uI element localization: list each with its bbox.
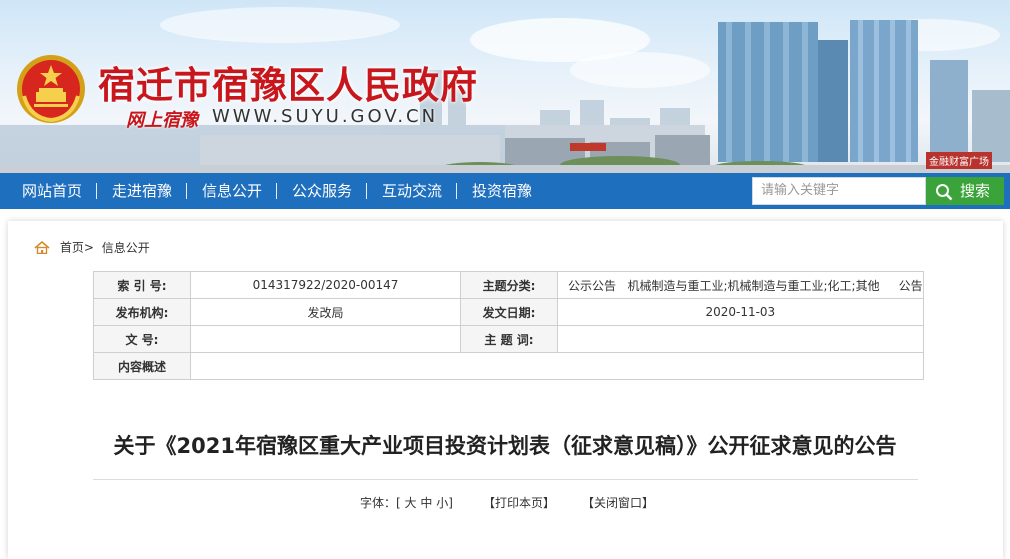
summary-value xyxy=(190,352,924,380)
nav-item-about[interactable]: 走进宿豫 xyxy=(112,173,172,209)
search-input[interactable]: 请输入关键字 xyxy=(752,177,926,205)
table-row: 索 引 号: 014317922/2020-00147 主题分类: 公示公告 机… xyxy=(93,271,924,299)
category-value: 公示公告 机械制造与重工业;机械制造与重工业;化工;其他 公告 xyxy=(557,271,924,299)
index-number-label: 索 引 号: xyxy=(93,271,191,299)
breadcrumb-home[interactable]: 首页 xyxy=(60,241,84,255)
home-icon xyxy=(34,241,50,254)
building-sign: 金融财富广场 xyxy=(926,152,992,169)
font-size-label: 字体：[ xyxy=(360,496,401,510)
nav-separator xyxy=(366,183,367,199)
issuer-value: 发改局 xyxy=(190,298,461,326)
font-small-button[interactable]: 小 xyxy=(436,496,448,510)
nav-item-info-disclosure[interactable]: 信息公开 xyxy=(202,173,262,209)
category-label: 主题分类: xyxy=(460,271,558,299)
font-size-tools: 字体：[ 大 中 小] xyxy=(360,494,453,511)
nav-item-home[interactable]: 网站首页 xyxy=(22,173,82,209)
document-number-value xyxy=(190,325,461,353)
table-row: 发布机构: 发改局 发文日期: 2020-11-03 xyxy=(93,298,924,326)
breadcrumb-separator: > xyxy=(83,240,94,255)
nav-item-interaction[interactable]: 互动交流 xyxy=(382,173,442,209)
print-page-button[interactable]: 【打印本页】 xyxy=(483,494,555,511)
site-title: 宿迁市宿豫区人民政府 xyxy=(98,63,478,107)
keywords-label: 主 题 词: xyxy=(460,325,558,353)
breadcrumb: 首页> 信息公开 xyxy=(34,239,150,255)
table-row: 内容概述 xyxy=(93,352,924,380)
close-window-button[interactable]: 【关闭窗口】 xyxy=(582,494,654,511)
site-slogan: 网上宿豫 xyxy=(126,110,198,131)
search-button-label: 搜索 xyxy=(960,182,991,200)
breadcrumb-current[interactable]: 信息公开 xyxy=(102,241,150,255)
issuer-label: 发布机构: xyxy=(93,298,191,326)
issue-date-label: 发文日期: xyxy=(460,298,558,326)
table-row: 文 号: 主 题 词: xyxy=(93,325,924,353)
font-size-bracket: ] xyxy=(448,496,453,510)
document-number-label: 文 号: xyxy=(93,325,191,353)
font-large-button[interactable]: 大 xyxy=(405,496,417,510)
article-title: 关于《2021年宿豫区重大产业项目投资计划表（征求意见稿）》公开征求意见的公告 xyxy=(113,434,897,458)
search-icon xyxy=(936,184,953,201)
font-medium-button[interactable]: 中 xyxy=(420,496,432,510)
nav-item-public-services[interactable]: 公众服务 xyxy=(292,173,352,209)
nav-separator xyxy=(96,183,97,199)
national-emblem-icon xyxy=(17,55,85,123)
header-banner: 宿迁市宿豫区人民政府 网上宿豫 WWW.SUYU.GOV.CN 金融财富广场 xyxy=(0,0,1010,173)
issue-date-value: 2020-11-03 xyxy=(557,298,924,326)
nav-separator xyxy=(456,183,457,199)
nav-separator xyxy=(186,183,187,199)
nav-separator xyxy=(276,183,277,199)
title-divider xyxy=(93,479,918,480)
nav-item-investment[interactable]: 投资宿豫 xyxy=(472,173,532,209)
index-number-value: 014317922/2020-00147 xyxy=(190,271,461,299)
search-button[interactable]: 搜索 xyxy=(926,177,1004,205)
keywords-value xyxy=(557,325,924,353)
site-domain: WWW.SUYU.GOV.CN xyxy=(212,106,439,127)
summary-label: 内容概述 xyxy=(93,352,191,380)
document-info-table: 索 引 号: 014317922/2020-00147 主题分类: 公示公告 机… xyxy=(93,271,924,380)
